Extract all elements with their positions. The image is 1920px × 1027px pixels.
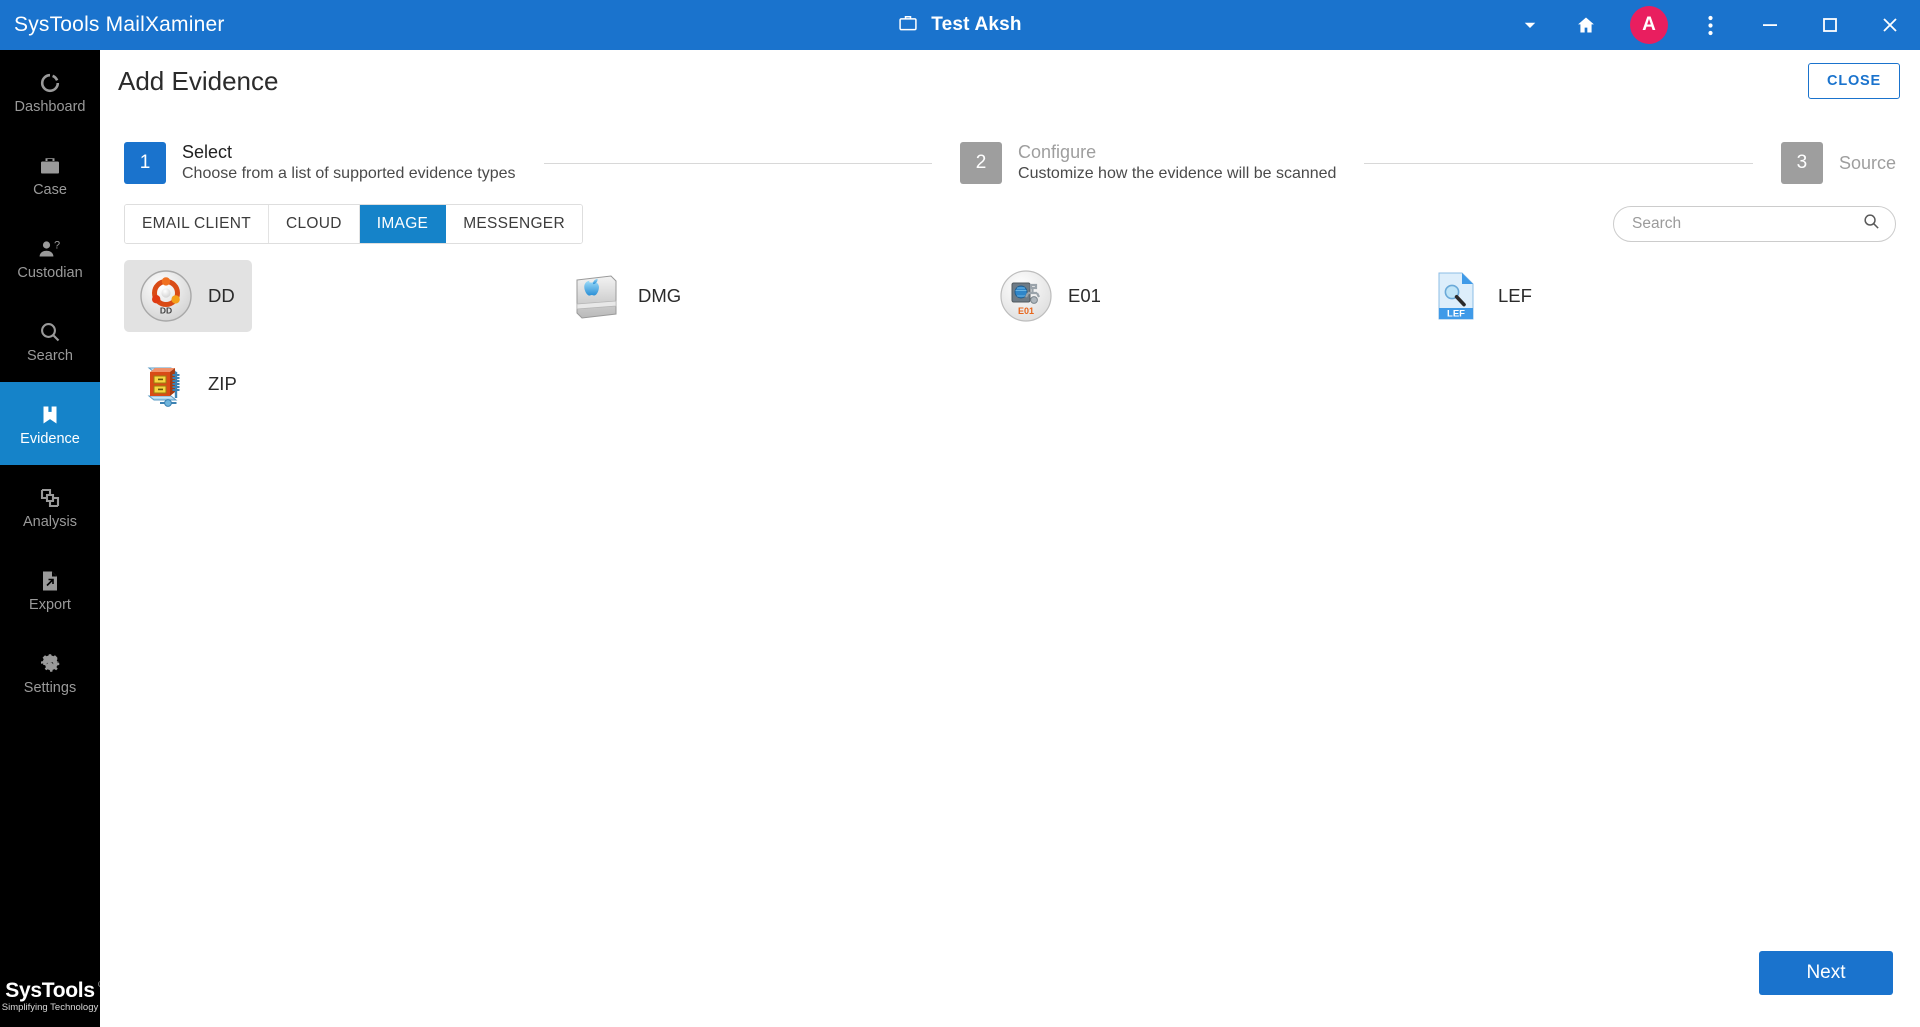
tab-cloud[interactable]: CLOUD (268, 205, 360, 243)
home-icon[interactable] (1556, 0, 1616, 50)
evidence-type-label: DMG (638, 285, 682, 306)
step-title: Select (182, 142, 233, 163)
briefcase-icon (898, 13, 918, 38)
close-button[interactable]: CLOSE (1808, 63, 1900, 99)
brand-name-text: SysTools (5, 979, 95, 1002)
title-bar: SysTools MailXaminer Test Aksh A (0, 0, 1920, 50)
sidebar-item-label: Evidence (20, 430, 80, 447)
brand-tagline: Simplifying Technology (1, 1002, 99, 1013)
sidebar-item-label: Case (33, 181, 67, 198)
evidence-type-lef[interactable]: LEF LEF (1414, 260, 1542, 332)
main-content: Add Evidence CLOSE 1 Select Choose from … (100, 50, 1920, 1027)
file-export-icon (39, 567, 61, 593)
avatar[interactable]: A (1630, 6, 1668, 44)
evidence-type-label: ZIP (208, 373, 237, 394)
chevron-down-icon[interactable] (1504, 0, 1556, 50)
sidebar-item-label: Search (27, 347, 73, 364)
step-configure[interactable]: 2 Configure Customize how the evidence w… (960, 141, 1336, 184)
tab-image[interactable]: IMAGE (359, 205, 447, 243)
close-icon[interactable] (1860, 0, 1920, 50)
winzip-icon (138, 356, 194, 412)
next-button[interactable]: Next (1759, 951, 1893, 995)
step-connector (1364, 162, 1753, 164)
search-icon[interactable] (1862, 212, 1881, 236)
evidence-type-dmg[interactable]: DMG (554, 260, 682, 332)
svg-text:?: ? (54, 239, 60, 251)
case-name: Test Aksh (931, 14, 1022, 35)
step-connector (543, 162, 933, 164)
briefcase-icon (38, 152, 62, 178)
search-box[interactable] (1613, 206, 1896, 242)
tab-email-client[interactable]: EMAIL CLIENT (125, 205, 269, 243)
search-input[interactable] (1632, 215, 1862, 233)
minimize-icon[interactable] (1740, 0, 1800, 50)
person-question-icon: ? (37, 235, 63, 261)
sidebar: Dashboard Case ? Custodian Search Eviden… (0, 50, 104, 1027)
step-number-badge: 2 (960, 141, 1003, 184)
sidebar-item-export[interactable]: Export (0, 548, 100, 631)
svg-text:LEF: LEF (1447, 309, 1465, 320)
search-icon (38, 318, 62, 344)
kebab-menu-icon[interactable] (1680, 0, 1740, 50)
evidence-type-dd[interactable]: DD DD (124, 260, 252, 332)
step-description: Choose from a list of supported evidence… (182, 164, 516, 182)
brand-logo: SysTools® Simplifying Technology (0, 979, 104, 1013)
gear-icon (38, 650, 62, 676)
evidence-type-e01[interactable]: E01 E01 (984, 260, 1112, 332)
sidebar-item-custodian[interactable]: ? Custodian (0, 216, 100, 299)
toolbar: EMAIL CLIENT CLOUD IMAGE MESSENGER (100, 198, 1920, 244)
brand-name: SysTools® (5, 979, 104, 1003)
svg-text:DD: DD (160, 306, 172, 316)
evidence-type-grid: DD DD DMG E01 E01 LEF LEF ZIP (100, 244, 1920, 420)
evidence-type-label: E01 (1068, 285, 1101, 306)
maximize-icon[interactable] (1800, 0, 1860, 50)
step-title: Configure (1018, 142, 1097, 163)
step-number-badge: 1 (124, 141, 166, 184)
stepper: 1 Select Choose from a list of supported… (100, 112, 1920, 198)
sidebar-item-label: Export (29, 596, 71, 613)
step-number-badge: 3 (1780, 142, 1823, 184)
bookmark-icon (38, 401, 62, 427)
sidebar-item-search[interactable]: Search (0, 299, 100, 382)
lef-file-icon: LEF (1428, 268, 1484, 324)
page-title: Add Evidence (118, 65, 279, 96)
apple-disk-icon (568, 268, 624, 324)
sidebar-item-analysis[interactable]: Analysis (0, 465, 100, 548)
layers-icon (38, 484, 62, 510)
window-controls: A (1504, 0, 1920, 50)
dashboard-icon (38, 69, 62, 95)
svg-text:E01: E01 (1018, 306, 1034, 316)
sidebar-item-label: Dashboard (14, 98, 86, 115)
evidence-type-label: LEF (1498, 285, 1532, 306)
evidence-type-label: DD (208, 285, 235, 306)
app-title: SysTools MailXaminer (14, 13, 225, 36)
evidence-type-zip[interactable]: ZIP (124, 348, 252, 420)
sidebar-item-label: Analysis (23, 513, 77, 530)
page-header: Add Evidence CLOSE (100, 50, 1920, 112)
sidebar-item-case[interactable]: Case (0, 133, 100, 216)
sidebar-item-label: Custodian (17, 264, 83, 281)
sidebar-item-dashboard[interactable]: Dashboard (0, 50, 100, 133)
sidebar-item-evidence[interactable]: Evidence (0, 382, 100, 465)
evidence-category-tabs: EMAIL CLIENT CLOUD IMAGE MESSENGER (124, 204, 583, 244)
sidebar-item-label: Settings (23, 679, 77, 696)
sidebar-item-settings[interactable]: Settings (0, 631, 100, 714)
tab-messenger[interactable]: MESSENGER (446, 205, 582, 243)
step-source[interactable]: 3 Source (1780, 142, 1896, 184)
step-select[interactable]: 1 Select Choose from a list of supported… (124, 141, 516, 184)
ubuntu-dd-icon: DD (138, 268, 194, 324)
step-title: Source (1838, 152, 1896, 173)
step-description: Customize how the evidence will be scann… (1018, 164, 1337, 182)
e01-disk-icon: E01 (998, 268, 1054, 324)
